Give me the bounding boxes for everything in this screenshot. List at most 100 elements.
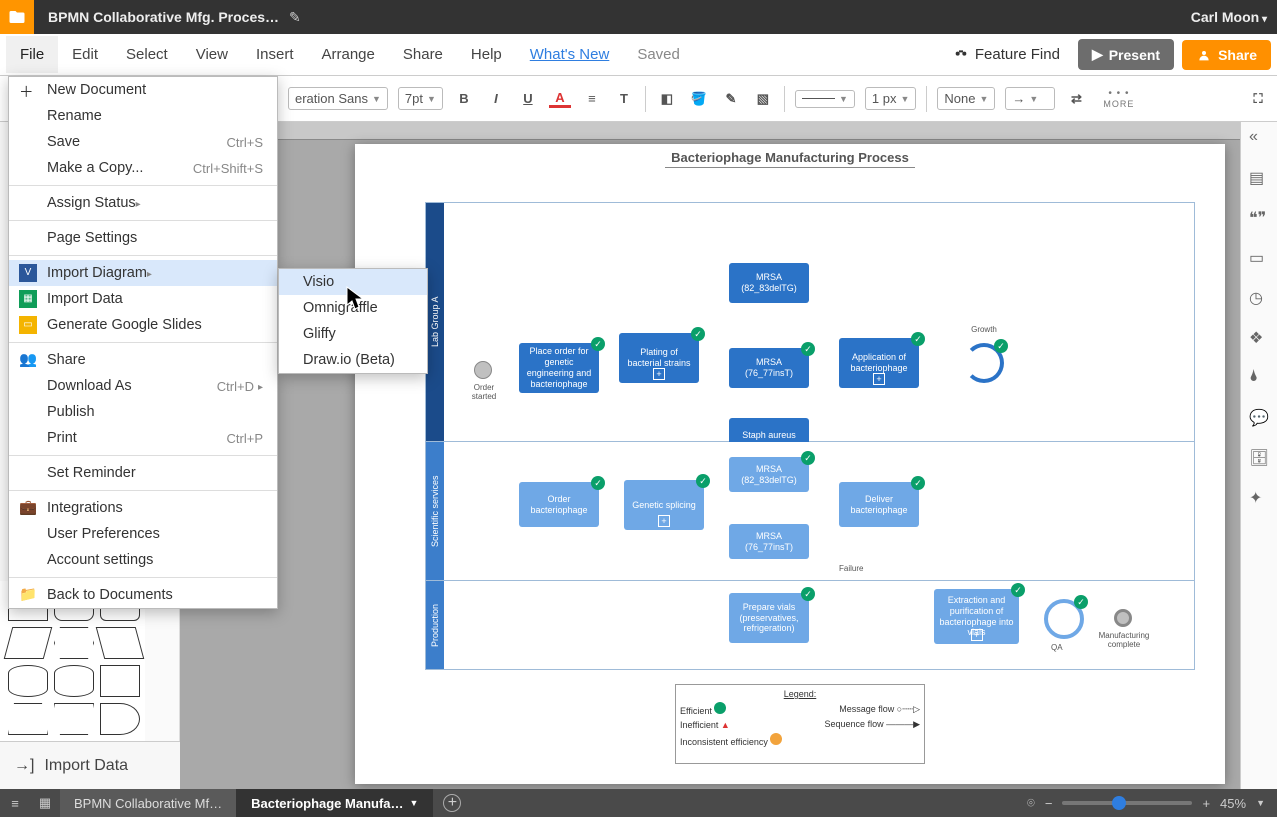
tab-b[interactable]: Bacteriophage Manufa…▼ — [237, 789, 433, 817]
zoom-out-button[interactable]: − — [1045, 796, 1053, 811]
italic-icon[interactable]: I — [485, 91, 507, 106]
node-mrsa2[interactable]: MRSA (76_77insT)✓ — [729, 348, 809, 388]
menu-arrange[interactable]: Arrange — [308, 36, 389, 73]
menu-assign-status[interactable]: Assign Status — [9, 190, 277, 216]
list-icon[interactable]: ≡ — [0, 796, 30, 811]
shape-style-icon[interactable]: ▧ — [752, 91, 774, 107]
menu-rename[interactable]: Rename — [9, 103, 277, 129]
app-folder-icon[interactable] — [0, 0, 34, 34]
submenu-gliffy[interactable]: Gliffy — [279, 321, 427, 347]
add-tab-button[interactable]: + — [443, 794, 461, 812]
arrow-picker[interactable]: →▼ — [1005, 87, 1055, 110]
grid-icon[interactable]: ▦ — [30, 795, 60, 811]
doc-title[interactable]: BPMN Collaborative Mfg. Proces… — [48, 9, 279, 25]
tab-a[interactable]: BPMN Collaborative Mf… — [60, 789, 237, 817]
line-style-picker[interactable]: ▼ — [795, 90, 855, 108]
line-width-picker[interactable]: 1 px▼ — [865, 87, 917, 110]
node-mrsa1[interactable]: MRSA (82_83delTG) — [729, 263, 809, 303]
menu-back[interactable]: 📁Back to Documents — [9, 582, 277, 608]
menu-page-settings[interactable]: Page Settings — [9, 225, 277, 251]
swap-ends-icon[interactable]: ⇄ — [1065, 91, 1087, 107]
bucket-fill-icon[interactable]: 🪣 — [688, 91, 710, 107]
shape-hex[interactable] — [54, 627, 94, 659]
menu-print[interactable]: PrintCtrl+P — [9, 425, 277, 451]
font-picker[interactable]: eration Sans▼ — [288, 87, 388, 110]
menu-import-diagram[interactable]: VImport Diagram — [9, 260, 277, 286]
node-app-bac[interactable]: Application of bacteriophage+✓ — [839, 338, 919, 388]
import-data-bar[interactable]: →] Import Data — [0, 741, 180, 789]
collapse-icon[interactable]: « — [1249, 128, 1269, 148]
submenu-visio[interactable]: Visio — [279, 269, 427, 295]
menu-save[interactable]: SaveCtrl+S — [9, 129, 277, 155]
menu-view[interactable]: View — [182, 36, 242, 73]
zoom-value[interactable]: 45% — [1220, 796, 1246, 811]
shape-cylinder[interactable] — [8, 665, 48, 697]
shape-cylinder2[interactable] — [54, 665, 94, 697]
drop-icon[interactable]: 🌢 — [1249, 368, 1269, 388]
menu-help[interactable]: Help — [457, 36, 516, 73]
node-mrsa3[interactable]: MRSA (82_83delTG)✓ — [729, 457, 809, 492]
file-menu-dropdown[interactable]: ＋New Document Rename SaveCtrl+S Make a C… — [8, 76, 278, 609]
layers-icon[interactable]: ❖ — [1249, 328, 1269, 348]
menu-share[interactable]: Share — [389, 36, 457, 73]
menu-whats-new[interactable]: What's New — [516, 36, 624, 73]
menu-integrations[interactable]: 💼Integrations — [9, 495, 277, 521]
node-mrsa4[interactable]: MRSA (76_77insT) — [729, 524, 809, 559]
shape-parallel[interactable] — [4, 627, 53, 659]
menu-new-document[interactable]: ＋New Document — [9, 77, 277, 103]
page-icon[interactable]: ▤ — [1249, 168, 1269, 188]
menu-insert[interactable]: Insert — [242, 36, 308, 73]
menu-make-copy[interactable]: Make a Copy...Ctrl+Shift+S — [9, 155, 277, 181]
fullscreen-icon[interactable]: ⛶ — [1247, 91, 1269, 107]
node-deliver[interactable]: Deliver bacteriophage✓ — [839, 482, 919, 527]
present-icon[interactable]: ▭ — [1249, 248, 1269, 268]
align-icon[interactable]: ≡ — [581, 91, 603, 106]
history-icon[interactable]: ◷ — [1249, 288, 1269, 308]
submenu-omnigraffle[interactable]: Omnigraffle — [279, 295, 427, 321]
magic-icon[interactable]: ✦ — [1249, 488, 1269, 508]
shape-card[interactable] — [100, 665, 140, 697]
feature-find[interactable]: Feature Find — [953, 46, 1060, 63]
import-diagram-submenu[interactable]: Visio Omnigraffle Gliffy Draw.io (Beta) — [278, 268, 428, 374]
share-button[interactable]: Share — [1182, 40, 1271, 70]
canvas[interactable]: Bacteriophage Manufacturing Process Lab … — [180, 122, 1240, 789]
text-tool-icon[interactable]: T — [613, 91, 635, 106]
page[interactable]: Bacteriophage Manufacturing Process Lab … — [355, 144, 1225, 784]
menu-set-reminder[interactable]: Set Reminder — [9, 460, 277, 486]
shape-d[interactable] — [100, 703, 140, 735]
shape-trap2[interactable] — [54, 703, 94, 735]
node-extract[interactable]: Extraction and purification of bacteriop… — [934, 589, 1019, 644]
node-order-bac[interactable]: Order bacteriophage✓ — [519, 482, 599, 527]
menu-select[interactable]: Select — [112, 36, 182, 73]
line-color-icon[interactable]: ✎ — [720, 91, 742, 107]
underline-icon[interactable]: U — [517, 91, 539, 106]
fill-picker[interactable]: None▼ — [937, 87, 995, 110]
node-gen-splice[interactable]: Genetic splicing+✓ — [624, 480, 704, 530]
present-button[interactable]: ▶ Present — [1078, 39, 1174, 70]
node-prep[interactable]: Prepare vials (preservatives, refrigerat… — [729, 593, 809, 643]
zoom-in-button[interactable]: + — [1202, 796, 1210, 811]
more-toolbar[interactable]: MORE — [1103, 88, 1134, 109]
end-event[interactable] — [1114, 609, 1132, 627]
start-event[interactable] — [474, 361, 492, 379]
bold-icon[interactable]: B — [453, 91, 475, 106]
shape-parallel2[interactable] — [96, 627, 145, 659]
menu-user-prefs[interactable]: User Preferences — [9, 521, 277, 547]
menu-file[interactable]: File — [6, 36, 58, 73]
menu-gen-slides[interactable]: ▭Generate Google Slides — [9, 312, 277, 338]
font-size-picker[interactable]: 7pt▼ — [398, 87, 443, 110]
shape-fill-icon[interactable]: ◧ — [656, 91, 678, 107]
node-plating[interactable]: Plating of bacterial strains+✓ — [619, 333, 699, 383]
comment-icon[interactable]: ❝❞ — [1249, 208, 1269, 228]
shape-trap[interactable] — [8, 703, 48, 735]
menu-download-as[interactable]: Download AsCtrl+D — [9, 373, 277, 399]
user-menu[interactable]: Carl Moon — [1191, 9, 1267, 25]
text-color-icon[interactable]: A — [549, 90, 571, 108]
menu-share-item[interactable]: 👥Share — [9, 347, 277, 373]
menu-account[interactable]: Account settings — [9, 547, 277, 573]
menu-edit[interactable]: Edit — [58, 36, 112, 73]
zoom-target-icon[interactable]: ⌾ — [1027, 795, 1035, 811]
menu-import-data[interactable]: ▦Import Data — [9, 286, 277, 312]
chat-icon[interactable]: 💬 — [1249, 408, 1269, 428]
menu-publish[interactable]: Publish — [9, 399, 277, 425]
